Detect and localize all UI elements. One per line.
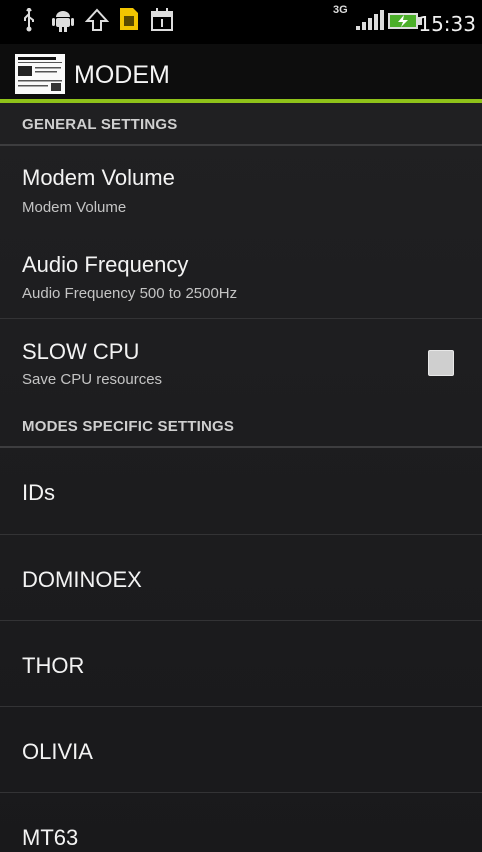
status-time: 15:33 — [418, 12, 476, 36]
pref-title: DOMINOEX — [22, 567, 142, 592]
slow-cpu-checkbox[interactable] — [428, 350, 454, 376]
action-bar — [0, 44, 482, 99]
section-header-label: MODES SPECIFIC SETTINGS — [22, 418, 235, 435]
pref-title: Modem Volume — [22, 165, 175, 190]
app-logo-icon — [15, 54, 65, 94]
pref-title: Audio Frequency — [22, 252, 189, 277]
network-3g-icon: 3G — [333, 4, 348, 16]
pref-title: SLOW CPU — [22, 339, 140, 364]
sim-card-icon — [120, 8, 138, 30]
pref-dominoex[interactable]: DOMINOEX — [0, 535, 482, 621]
section-header-modes: MODES SPECIFIC SETTINGS — [0, 406, 482, 448]
pref-audio-frequency[interactable]: Audio Frequency Audio Frequency 500 to 2… — [0, 233, 482, 319]
battery-charging-icon — [388, 13, 422, 29]
pref-title: IDs — [22, 480, 55, 505]
pref-title: MT63 — [22, 825, 79, 850]
pref-slow-cpu[interactable]: SLOW CPU Save CPU resources — [0, 319, 482, 405]
upload-icon — [85, 8, 109, 31]
pref-title: OLIVIA — [22, 739, 93, 764]
android-debug-icon — [52, 11, 74, 32]
status-bar: 3G 15:33 — [0, 0, 482, 44]
pref-summary: Audio Frequency 500 to 2500Hz — [22, 285, 238, 302]
pref-olivia[interactable]: OLIVIA — [0, 707, 482, 793]
pref-ids[interactable]: IDs — [0, 448, 482, 535]
calendar-icon — [151, 8, 173, 31]
signal-bars-icon — [356, 10, 384, 30]
pref-summary: Save CPU resources — [22, 371, 163, 388]
pref-title: THOR — [22, 653, 85, 678]
app-title: MODEM — [74, 61, 170, 89]
pref-modem-volume[interactable]: Modem Volume Modem Volume — [0, 147, 482, 233]
pref-thor[interactable]: THOR — [0, 621, 482, 707]
usb-icon — [24, 8, 34, 32]
pref-mt63[interactable]: MT63 — [0, 793, 482, 852]
section-header-label: GENERAL SETTINGS — [22, 116, 178, 133]
pref-summary: Modem Volume — [22, 199, 127, 216]
section-header-general: GENERAL SETTINGS — [0, 104, 482, 146]
